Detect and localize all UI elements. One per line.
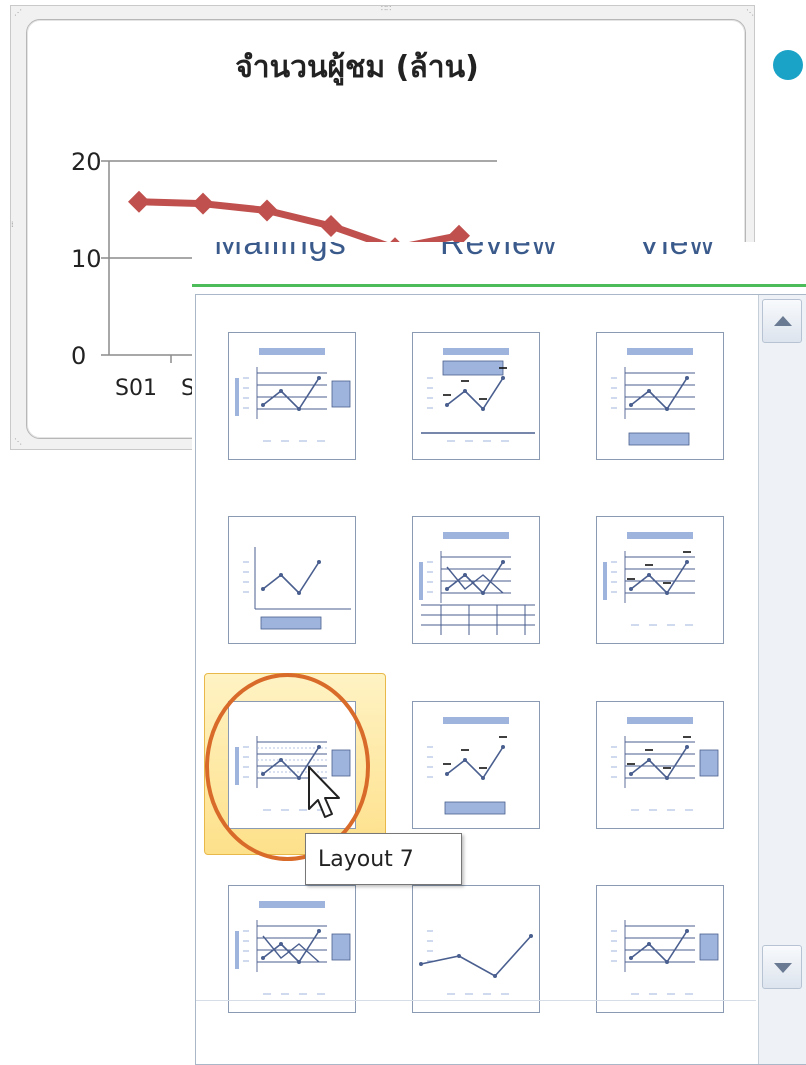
data-point-marker [320, 214, 342, 237]
layout-preview-icon [603, 532, 695, 626]
tab-review[interactable]: Review [440, 242, 557, 263]
chart-layout-12[interactable] [596, 885, 724, 1013]
scroll-up-button[interactable] [762, 299, 802, 343]
ribbon-tabs: Mailings Review View [192, 242, 806, 284]
chart-layout-5[interactable] [412, 516, 540, 644]
layout-preview-icon [419, 930, 533, 995]
layout-preview-icon [235, 901, 351, 995]
layout-preview-icon [235, 348, 351, 442]
chart-layout-3[interactable] [596, 332, 724, 460]
layout-tooltip: Layout 7 [305, 833, 462, 885]
triangle-up-icon [774, 316, 792, 326]
mouse-pointer-icon [308, 766, 340, 818]
y-tick-label: 20 [71, 148, 102, 176]
x-tick-label: S01 [115, 376, 157, 401]
chart-title: จำนวนผู้ชม (ล้าน) [235, 50, 479, 86]
ribbon-accent-line [192, 284, 806, 287]
chart-layout-11[interactable] [412, 885, 540, 1013]
chart-layout-10[interactable] [228, 885, 356, 1013]
layout-preview-icon [611, 920, 719, 995]
gallery-footer-divider [196, 1000, 756, 1061]
data-point-marker [128, 190, 150, 213]
resize-handle-top-left[interactable]: ⋰ [14, 9, 22, 17]
y-tick-label: 0 [71, 342, 86, 370]
chart-layout-9[interactable] [596, 701, 724, 829]
layout-preview-icon [611, 717, 719, 811]
bullet-point-icon [773, 50, 803, 80]
resize-handle-bottom-left[interactable]: ⋱ [14, 438, 22, 446]
chart-layout-2[interactable] [412, 332, 540, 460]
scroll-down-button[interactable] [762, 945, 802, 989]
tab-mailings[interactable]: Mailings [214, 242, 347, 263]
chart-layout-4[interactable] [228, 516, 356, 644]
resize-handle-top[interactable]: ∷∷ [381, 5, 411, 13]
gallery-scrollbar[interactable] [758, 295, 806, 1064]
chart-layout-8[interactable] [412, 701, 540, 829]
layout-preview-icon [611, 348, 695, 446]
chart-layout-6[interactable] [596, 516, 724, 644]
layout-preview-icon [421, 348, 535, 442]
layout-preview-icon [243, 547, 351, 630]
layout-preview-icon [419, 532, 535, 635]
resize-handle-top-right[interactable]: ⋱ [746, 9, 754, 17]
chart-layouts-gallery: Mailings Review View [192, 242, 806, 1065]
y-tick-label: 10 [71, 245, 102, 273]
data-point-marker [256, 199, 278, 222]
tab-view[interactable]: View [638, 242, 715, 263]
layout-preview-icon [427, 717, 509, 815]
triangle-down-icon [774, 963, 792, 973]
chart-layout-1[interactable] [228, 332, 356, 460]
resize-handle-left[interactable]: ⁞ [11, 221, 19, 229]
data-point-marker [192, 192, 214, 215]
